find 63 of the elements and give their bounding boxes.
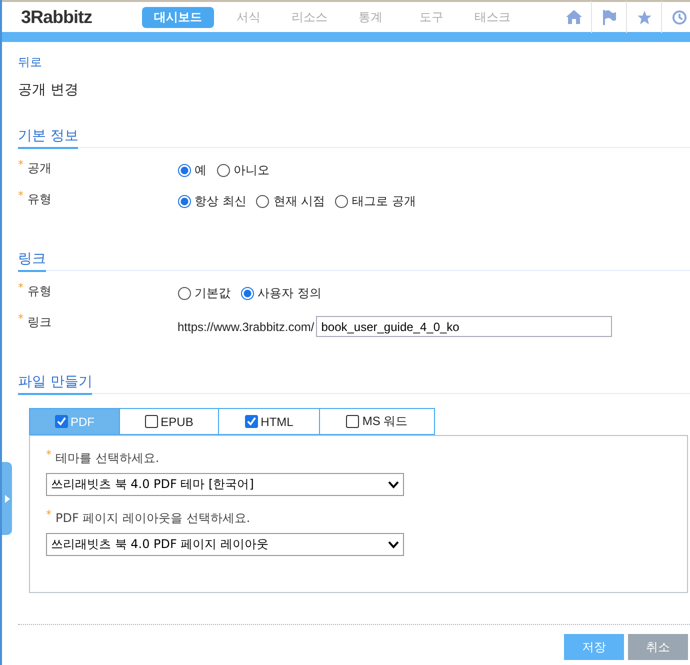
clock-icon[interactable] bbox=[672, 10, 687, 24]
nav-tab[interactable]: 통계 bbox=[340, 6, 401, 28]
radio-button[interactable] bbox=[240, 287, 254, 300]
nav-tab[interactable]: 서식 bbox=[218, 6, 279, 28]
select-dropdown[interactable]: 쓰리래빗츠 북 4.0 PDF 페이지 레이아웃 bbox=[46, 533, 404, 556]
nav-tab[interactable]: 리소스 bbox=[279, 6, 340, 28]
field-label: 링크 bbox=[28, 314, 52, 331]
url-prefix: https://www.3rabbitz.com/ bbox=[178, 320, 314, 334]
radio-label: 아니오 bbox=[234, 162, 270, 179]
format-tab[interactable]: EPUB bbox=[120, 408, 219, 435]
section-title: 파일 만들기 bbox=[18, 373, 92, 395]
required-mark: * bbox=[18, 283, 24, 293]
radio-button[interactable] bbox=[256, 195, 270, 208]
radio-label: 항상 최신 bbox=[194, 193, 246, 210]
home-icon[interactable] bbox=[566, 10, 582, 24]
radio-button[interactable] bbox=[178, 164, 190, 177]
link-input[interactable]: book_user_guide_4_0_ko bbox=[316, 316, 612, 337]
chevron-down-icon bbox=[388, 480, 399, 488]
format-tab[interactable]: MS 워드 bbox=[320, 408, 435, 435]
nav-tab[interactable]: 대시보드 bbox=[142, 6, 214, 28]
radio-button[interactable] bbox=[178, 287, 190, 300]
format-tab[interactable]: PDF bbox=[29, 408, 120, 435]
caret-right-icon bbox=[4, 494, 10, 502]
field-label: 유형 bbox=[28, 191, 52, 208]
field-label: 유형 bbox=[28, 283, 52, 300]
tab-label: HTML bbox=[260, 414, 294, 428]
logo[interactable]: 3Rabbitz bbox=[21, 6, 116, 28]
tab-label: EPUB bbox=[160, 414, 194, 428]
tab-label: PDF bbox=[70, 414, 94, 428]
radio-button[interactable] bbox=[335, 195, 348, 208]
star-icon[interactable] bbox=[636, 10, 652, 24]
required-mark: * bbox=[46, 450, 52, 463]
required-mark: * bbox=[18, 160, 24, 170]
nav-tab[interactable]: 도구 bbox=[401, 6, 462, 28]
radio-label: 사용자 정의 bbox=[258, 285, 322, 302]
required-mark: * bbox=[18, 314, 24, 324]
page-title: 공개 변경 bbox=[18, 81, 80, 99]
radio-label: 현재 시점 bbox=[273, 193, 326, 210]
radio-button[interactable] bbox=[178, 195, 190, 208]
checkbox[interactable] bbox=[244, 415, 258, 428]
checkbox[interactable] bbox=[346, 415, 360, 428]
required-mark: * bbox=[18, 191, 24, 201]
field-label: 공개 bbox=[28, 160, 52, 177]
save-button[interactable]: 저장 bbox=[564, 634, 624, 660]
format-tab[interactable]: HTML bbox=[219, 408, 320, 435]
tab-label: MS 워드 bbox=[362, 413, 408, 430]
nav-tab[interactable]: 태스크 bbox=[462, 6, 523, 28]
select-dropdown[interactable]: 쓰리래빗츠 북 4.0 PDF 테마 [한국어] bbox=[46, 473, 404, 496]
section-title: 링크 bbox=[18, 250, 46, 272]
flag-icon[interactable] bbox=[602, 10, 616, 24]
chevron-down-icon bbox=[388, 540, 399, 548]
field-label: 테마를 선택하세요. bbox=[56, 450, 160, 467]
sidebar-toggle[interactable] bbox=[2, 462, 12, 535]
radio-label: 기본값 bbox=[194, 285, 230, 302]
radio-label: 태그로 공개 bbox=[352, 193, 416, 210]
section-title: 기본 정보 bbox=[18, 127, 78, 149]
radio-button[interactable] bbox=[216, 164, 230, 177]
required-mark: * bbox=[46, 510, 52, 523]
field-label: PDF 페이지 레이아웃을 선택하세요. bbox=[56, 510, 250, 527]
radio-label: 예 bbox=[194, 162, 206, 179]
back-link[interactable]: 뒤로 bbox=[18, 54, 42, 71]
checkbox[interactable] bbox=[144, 415, 158, 428]
checkbox[interactable] bbox=[54, 415, 68, 428]
